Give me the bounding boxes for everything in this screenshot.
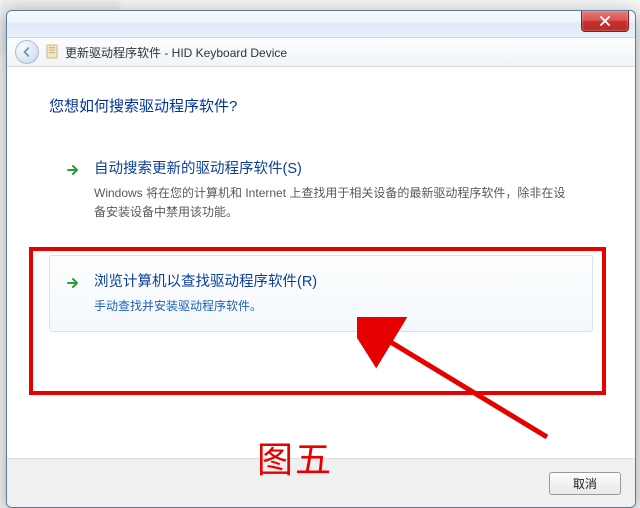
option-auto-search[interactable]: 自动搜索更新的驱动程序软件(S) Windows 将在您的计算机和 Intern… [49,142,593,237]
titlebar [7,11,635,38]
arrow-right-icon [64,274,82,292]
close-button[interactable] [581,11,629,32]
cancel-button[interactable]: 取消 [549,472,621,495]
arrow-right-icon [64,161,82,179]
device-icon [45,44,59,60]
dialog-window: 更新驱动程序软件 - HID Keyboard Device 您想如何搜索驱动程… [6,10,636,508]
option-desc: 手动查找并安装驱动程序软件。 [94,297,576,316]
navbar-title: 更新驱动程序软件 - HID Keyboard Device [65,44,287,61]
close-icon [600,16,610,26]
page-heading: 您想如何搜索驱动程序软件? [49,95,593,116]
navbar: 更新驱动程序软件 - HID Keyboard Device [7,38,635,67]
option-browse-computer[interactable]: 浏览计算机以查找驱动程序软件(R) 手动查找并安装驱动程序软件。 [49,255,593,331]
content-area: 您想如何搜索驱动程序软件? 自动搜索更新的驱动程序软件(S) Windows 将… [7,67,635,485]
back-button[interactable] [15,40,39,64]
option-title: 浏览计算机以查找驱动程序软件(R) [94,270,576,291]
option-title: 自动搜索更新的驱动程序软件(S) [94,157,576,178]
annotation-caption: 图五 [257,431,333,483]
option-desc: Windows 将在您的计算机和 Internet 上查找用于相关设备的最新驱动… [94,184,576,222]
arrow-left-icon [22,47,32,57]
